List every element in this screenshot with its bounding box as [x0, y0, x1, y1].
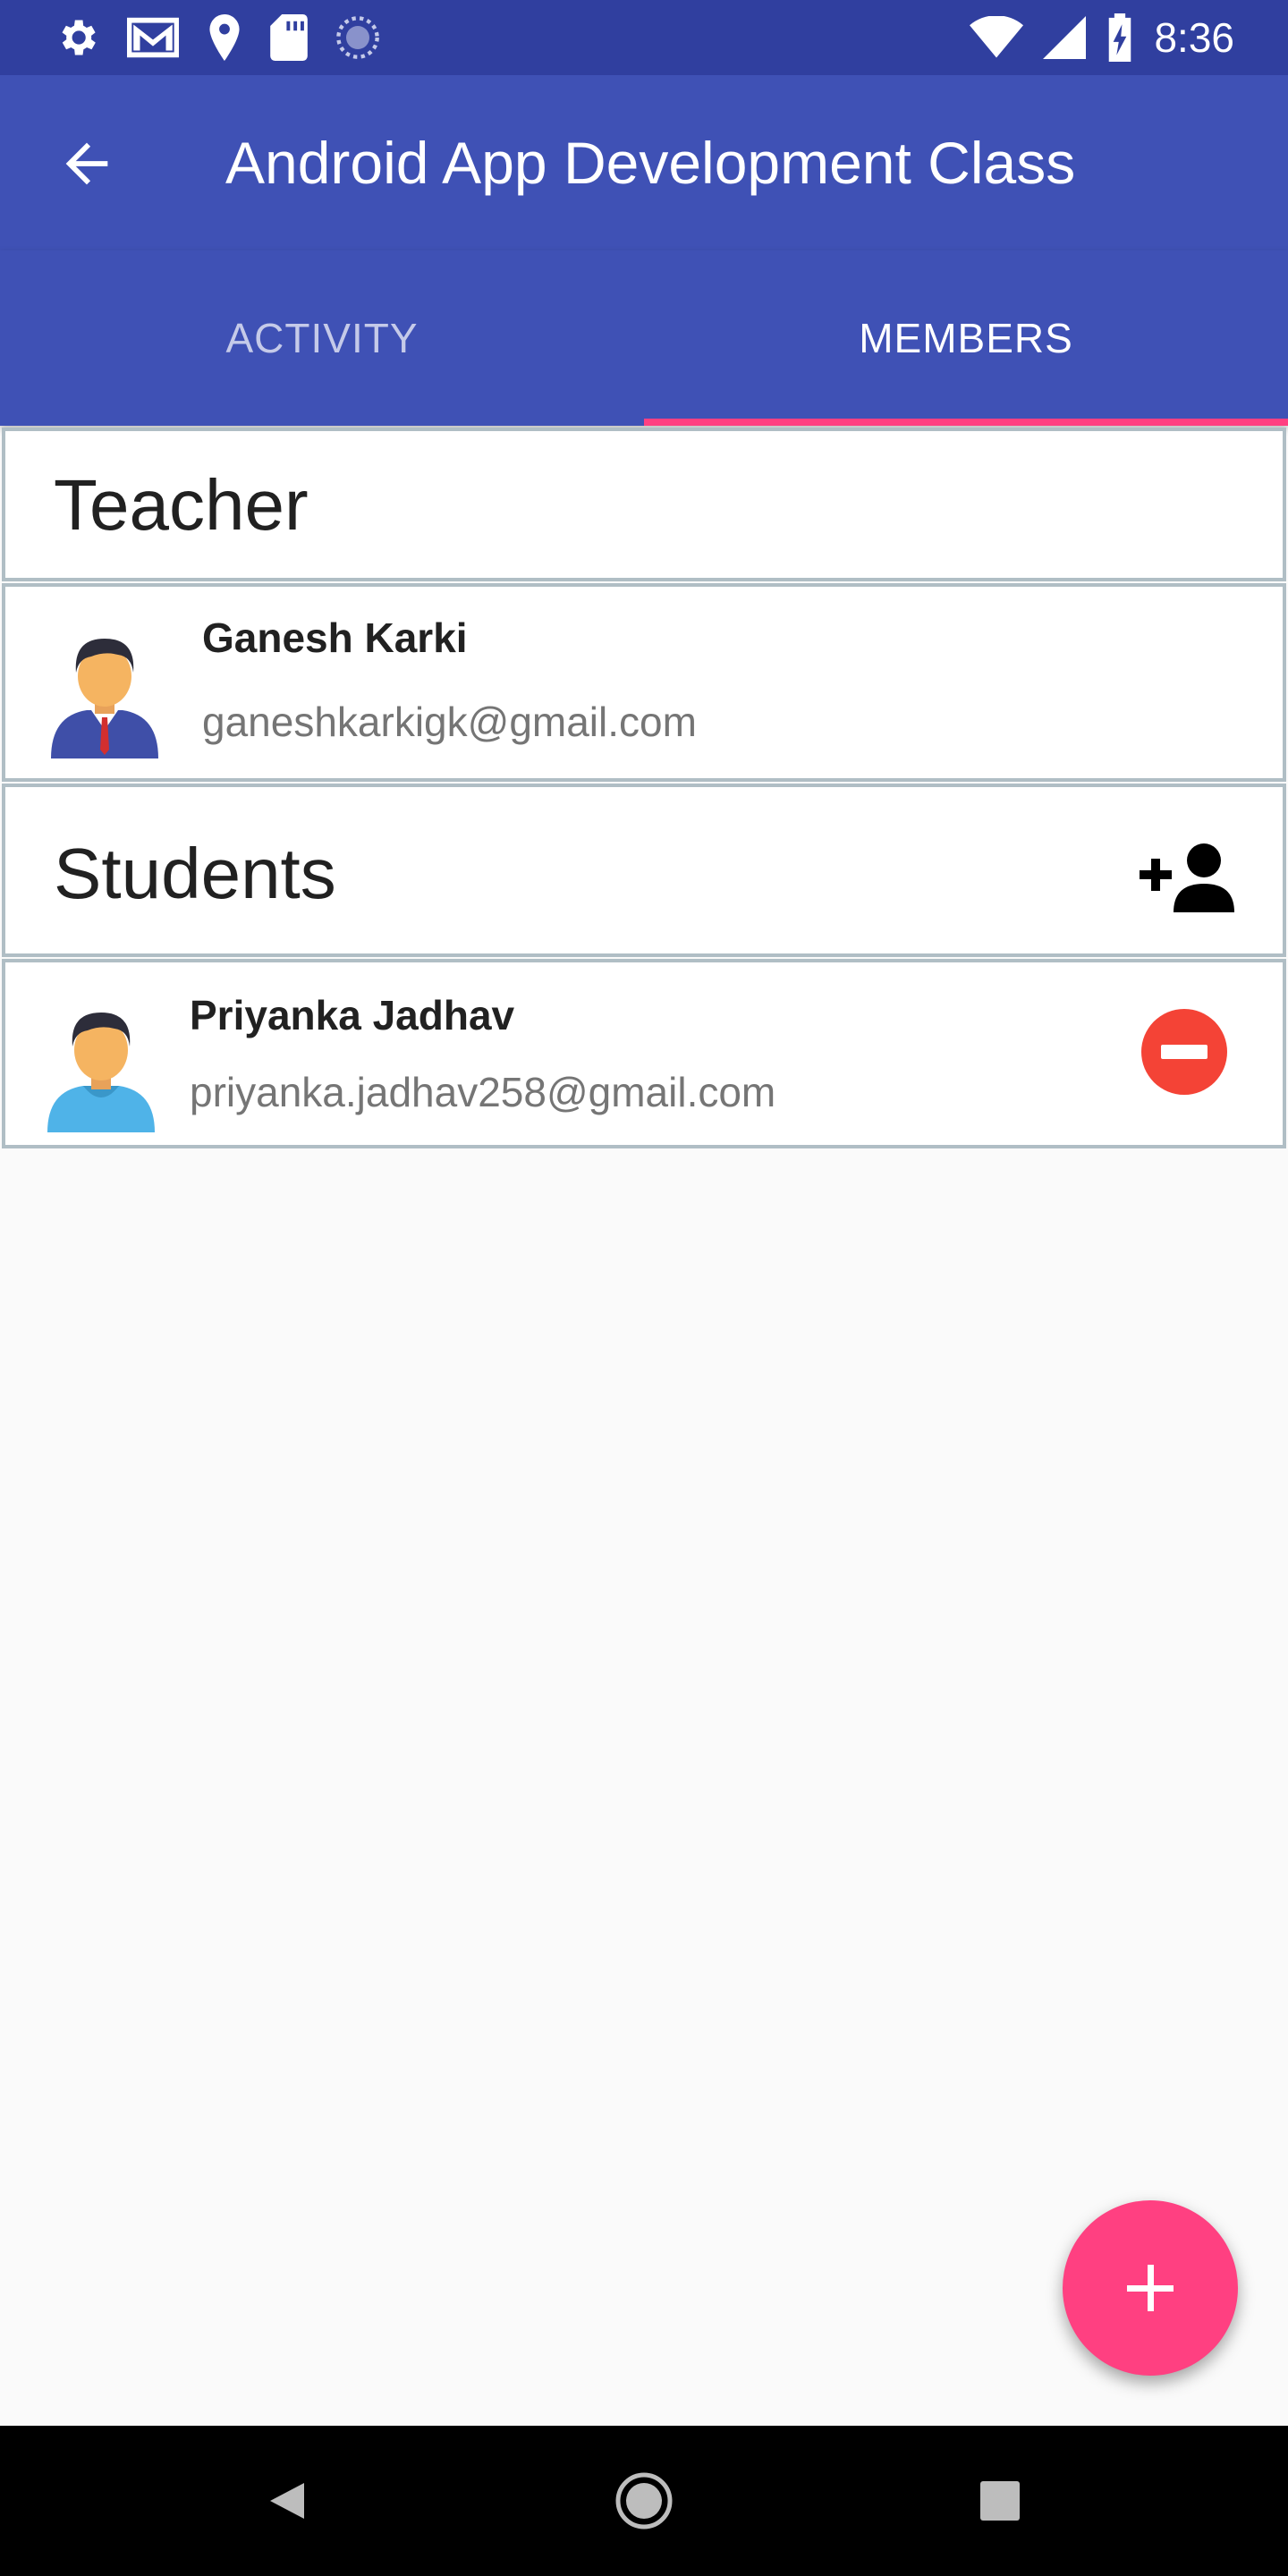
battery-charging-icon — [1109, 13, 1131, 62]
sd-card-icon — [270, 14, 308, 61]
nav-back-icon[interactable] — [242, 2456, 331, 2546]
add-icon-vertical — [1148, 2265, 1154, 2311]
add-fab-button[interactable] — [1063, 2200, 1238, 2376]
nav-recents-icon[interactable] — [955, 2456, 1045, 2546]
tab-bar: ACTIVITY MEMBERS — [0, 250, 1288, 426]
person-add-icon[interactable] — [1140, 841, 1238, 912]
signal-icon — [1043, 16, 1087, 59]
students-section-title: Students — [54, 834, 336, 913]
tab-indicator — [644, 419, 1288, 426]
member-name: Priyanka Jadhav — [190, 992, 515, 1038]
location-icon — [209, 14, 240, 61]
arrow-back-icon[interactable] — [55, 132, 118, 195]
status-time: 8:36 — [1154, 14, 1234, 61]
gmail-icon — [127, 17, 179, 58]
status-icons-left — [54, 13, 381, 63]
remove-circle-icon[interactable] — [1141, 1009, 1227, 1095]
remove-bar — [1161, 1045, 1208, 1059]
status-bar: 8:36 — [0, 0, 1288, 75]
teacher-member-row[interactable]: Ganesh Karki ganeshkarkigk@gmail.com — [2, 583, 1286, 782]
page-title: Android App Development Class — [225, 130, 1076, 196]
member-email: priyanka.jadhav258@gmail.com — [190, 1069, 776, 1115]
teacher-section-header: Teacher — [2, 428, 1286, 581]
wifi-icon — [970, 16, 1024, 58]
student-avatar-icon — [47, 1013, 155, 1132]
navigation-bar — [0, 2426, 1288, 2576]
member-email: ganeshkarkigk@gmail.com — [202, 699, 697, 745]
tab-activity[interactable]: ACTIVITY — [0, 250, 644, 426]
settings-icon — [62, 20, 96, 55]
member-name: Ganesh Karki — [202, 614, 468, 661]
tab-members[interactable]: MEMBERS — [644, 250, 1288, 426]
teacher-avatar-icon — [51, 639, 158, 758]
students-section-header: Students — [2, 784, 1286, 957]
student-member-row[interactable]: Priyanka Jadhav priyanka.jadhav258@gmail… — [2, 959, 1286, 1148]
status-icons-right: 8:36 — [970, 13, 1234, 63]
nav-home-icon[interactable] — [599, 2456, 689, 2546]
sync-icon — [336, 16, 379, 59]
app-bar: Android App Development Class — [0, 75, 1288, 250]
teacher-section-title: Teacher — [54, 465, 309, 545]
